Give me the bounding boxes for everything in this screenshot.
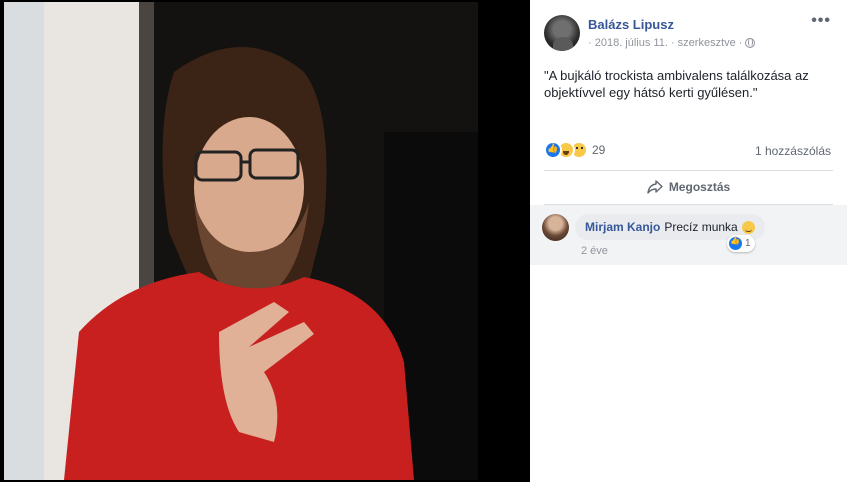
comment-time[interactable]: 2 éve bbox=[581, 245, 608, 257]
like-icon bbox=[729, 236, 742, 250]
comment-reaction-badge[interactable]: 1 bbox=[727, 235, 755, 252]
comment-author[interactable]: Mirjam Kanjo bbox=[585, 220, 660, 234]
more-options-icon[interactable]: ••• bbox=[811, 12, 831, 30]
post-meta: · 2018. július 11. · szerkesztve · bbox=[588, 37, 756, 49]
reaction-count: 29 bbox=[592, 143, 606, 157]
post-text: "A bujkáló trockista ambivalens találkoz… bbox=[544, 68, 809, 100]
reactions-summary[interactable]: 29 bbox=[544, 141, 605, 159]
globe-icon bbox=[745, 38, 756, 48]
author-name[interactable]: Balázs Lipusz bbox=[588, 17, 674, 32]
comment-text: Precíz munka bbox=[664, 220, 738, 234]
wink-emoji-icon bbox=[741, 220, 755, 234]
comment-count[interactable]: 1 hozzászólás bbox=[755, 144, 831, 158]
commenter-avatar[interactable] bbox=[542, 214, 569, 241]
comments-section: Mirjam Kanjo Precíz munka 1 2 éve bbox=[530, 205, 847, 265]
share-button[interactable]: Megosztás bbox=[544, 172, 833, 202]
photo-illustration bbox=[4, 2, 478, 480]
photo-viewer bbox=[0, 0, 530, 482]
post-date[interactable]: · 2018. július 11. · szerkesztve · bbox=[588, 37, 742, 49]
author-avatar[interactable] bbox=[544, 15, 580, 51]
divider bbox=[544, 170, 833, 171]
share-label: Megosztás bbox=[668, 180, 731, 194]
like-icon bbox=[544, 141, 562, 159]
comment-reaction-count: 1 bbox=[745, 238, 751, 249]
post-photo[interactable] bbox=[4, 2, 478, 480]
share-icon bbox=[647, 180, 663, 194]
post-panel: Balázs Lipusz · 2018. július 11. · szerk… bbox=[530, 0, 847, 482]
